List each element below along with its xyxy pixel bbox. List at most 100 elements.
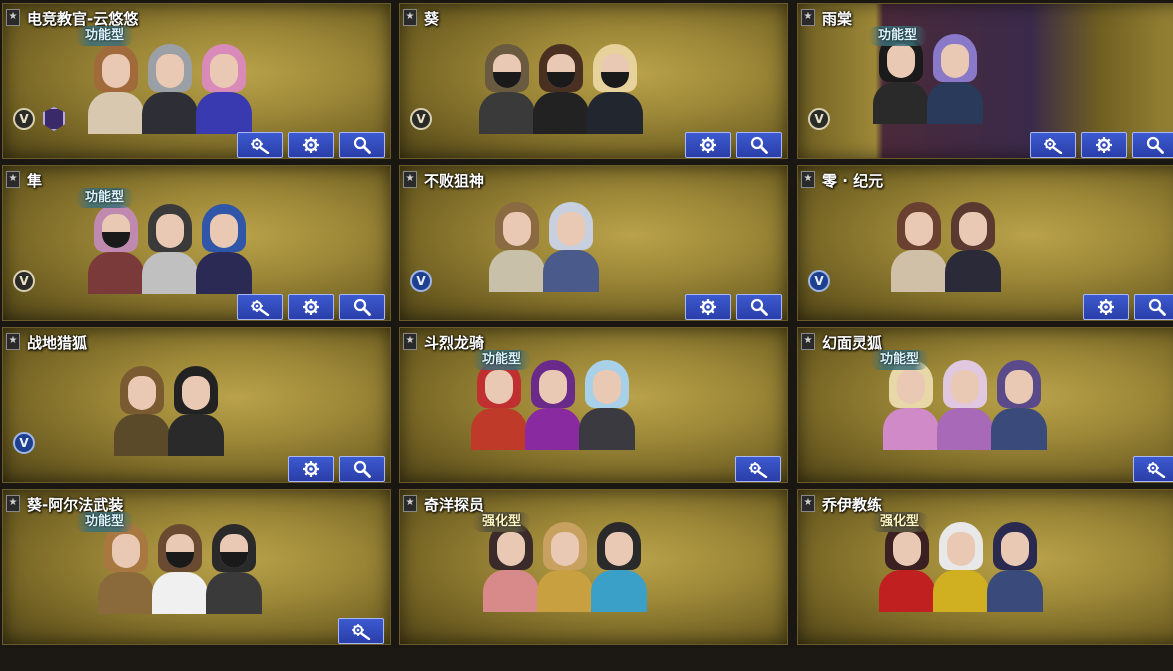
inspect-button[interactable] — [736, 132, 782, 158]
settings-button[interactable] — [288, 294, 334, 320]
card-header: ★ 战地猎狐 — [3, 328, 390, 354]
type-tag: 强化型 — [870, 512, 930, 532]
card-header: ★ 零 · 纪元 — [798, 166, 1173, 192]
portrait-outfit — [196, 92, 252, 134]
inspect-button[interactable] — [1132, 132, 1173, 158]
character-name: 乔伊教练 — [822, 496, 883, 514]
portrait-outfit — [114, 414, 170, 456]
inspect-button[interactable] — [339, 456, 385, 482]
character-card[interactable]: ★ 不败狙神 V — [399, 165, 788, 321]
portrait-outfit — [879, 570, 935, 612]
gear-icon — [301, 460, 321, 478]
portrait-face — [959, 212, 987, 246]
character-name: 斗烈龙骑 — [424, 334, 485, 352]
inspect-button[interactable] — [736, 294, 782, 320]
inspect-button[interactable] — [339, 294, 385, 320]
settings-button[interactable] — [1083, 294, 1129, 320]
tune-wrench-icon — [250, 136, 270, 154]
attachment-button[interactable] — [237, 294, 283, 320]
inspect-button[interactable] — [339, 132, 385, 158]
card-header: ★ 不败狙神 — [400, 166, 787, 192]
attachment-button[interactable] — [735, 456, 781, 482]
portrait-face — [951, 370, 979, 404]
character-card[interactable]: ★ 斗烈龙骑 功能型 — [399, 327, 788, 483]
card-header: ★ 隼 — [3, 166, 390, 192]
character-portraits — [88, 198, 252, 294]
character-card[interactable]: ★ 幻面灵狐 功能型 — [797, 327, 1173, 483]
settings-button[interactable] — [685, 132, 731, 158]
character-portrait — [164, 360, 228, 456]
character-name: 雨棠 — [822, 10, 853, 28]
gear-icon — [698, 298, 718, 316]
portrait-outfit — [479, 92, 535, 134]
rank-star-icon: ★ — [403, 333, 417, 350]
gear-icon — [1094, 136, 1114, 154]
character-card[interactable]: ★ 零 · 纪元 V — [797, 165, 1173, 321]
card-actions — [237, 132, 385, 158]
portrait-outfit — [98, 572, 154, 614]
attachment-button[interactable] — [1133, 456, 1173, 482]
portrait-outfit — [196, 252, 252, 294]
character-name: 隼 — [27, 172, 43, 190]
character-portrait — [587, 516, 651, 612]
portrait-face — [893, 532, 921, 566]
settings-button[interactable] — [288, 132, 334, 158]
portrait-outfit — [533, 92, 589, 134]
portrait-face — [128, 376, 156, 410]
gear-icon — [698, 136, 718, 154]
attachment-button[interactable] — [1030, 132, 1076, 158]
card-actions — [288, 456, 385, 482]
card-actions — [685, 132, 782, 158]
portrait-face — [557, 212, 585, 246]
portrait-outfit — [152, 572, 208, 614]
portrait-outfit — [945, 250, 1001, 292]
portrait-outfit — [579, 408, 635, 450]
character-card[interactable]: ★ 电竞教官-云悠悠 功能型 V — [2, 3, 391, 159]
settings-button[interactable] — [1081, 132, 1127, 158]
character-portrait — [539, 196, 603, 292]
character-card[interactable]: ★ 乔伊教练 强化型 — [797, 489, 1173, 645]
portrait-outfit — [483, 570, 539, 612]
character-card[interactable]: ★ 雨棠 功能型 V — [797, 3, 1173, 159]
card-actions — [685, 294, 782, 320]
attachment-button[interactable] — [338, 618, 384, 644]
type-tag: 功能型 — [75, 26, 135, 46]
attachment-button[interactable] — [237, 132, 283, 158]
tune-wrench-icon — [1146, 460, 1166, 478]
portrait-outfit — [88, 92, 144, 134]
character-portrait — [192, 198, 256, 294]
inspect-button[interactable] — [1134, 294, 1173, 320]
card-actions — [1030, 132, 1173, 158]
portrait-outfit — [525, 408, 581, 450]
character-card[interactable]: ★ 葵 V — [399, 3, 788, 159]
gear-icon — [301, 136, 321, 154]
character-name: 葵 — [424, 10, 440, 28]
portrait-outfit — [873, 82, 929, 124]
character-card[interactable]: ★ 战地猎狐 V — [2, 327, 391, 483]
magnifier-icon — [352, 136, 372, 154]
portrait-outfit — [891, 250, 947, 292]
v-badge-icon: V — [13, 432, 35, 454]
character-portraits — [489, 196, 599, 292]
character-portrait — [192, 38, 256, 134]
portrait-face — [503, 212, 531, 246]
rank-star-icon: ★ — [403, 9, 417, 26]
portrait-face — [1001, 532, 1029, 566]
settings-button[interactable] — [685, 294, 731, 320]
portrait-outfit — [937, 408, 993, 450]
character-portraits — [479, 38, 643, 134]
portrait-face — [156, 54, 184, 88]
character-name: 幻面灵狐 — [822, 334, 883, 352]
character-card[interactable]: ★ 葵-阿尔法武装 功能型 — [2, 489, 391, 645]
portrait-face — [1005, 370, 1033, 404]
v-badge-icon: V — [410, 108, 432, 130]
character-portraits — [114, 360, 224, 456]
character-portraits — [891, 196, 1001, 292]
portrait-face — [182, 376, 210, 410]
card-header: ★ 电竞教官-云悠悠 — [3, 4, 390, 30]
portrait-face — [156, 214, 184, 248]
type-tag: 功能型 — [870, 350, 930, 370]
character-card[interactable]: ★ 奇洋探员 强化型 — [399, 489, 788, 645]
settings-button[interactable] — [288, 456, 334, 482]
character-card[interactable]: ★ 隼功能型 V — [2, 165, 391, 321]
